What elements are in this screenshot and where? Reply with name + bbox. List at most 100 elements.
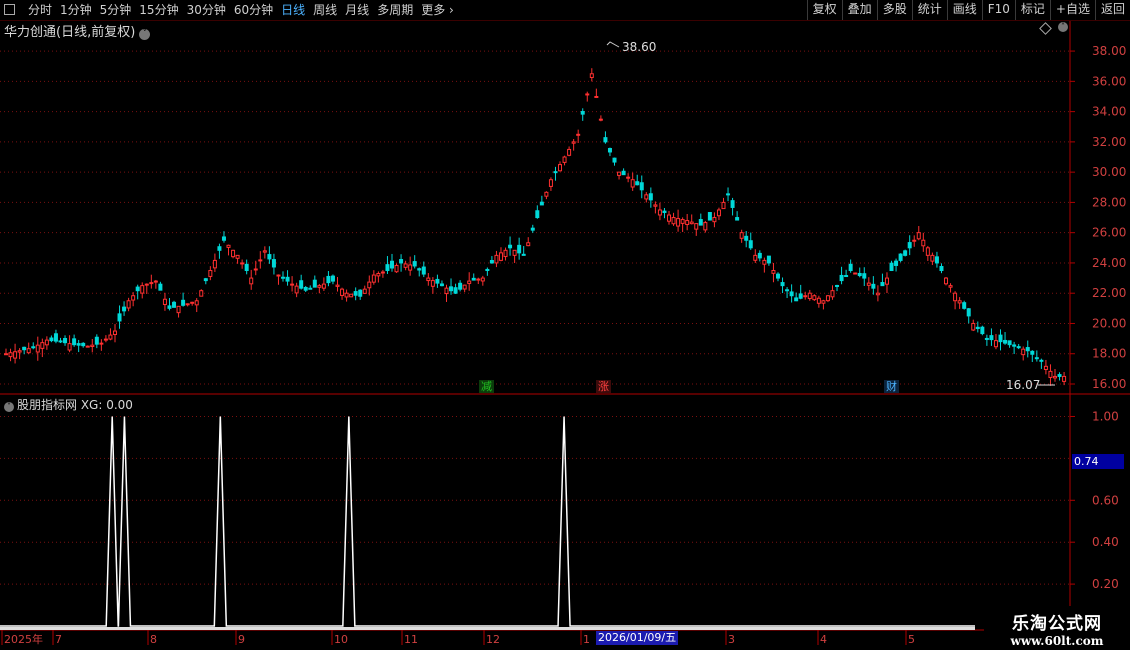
candle-body [748,240,753,249]
candle-body [458,282,463,290]
candle-body [203,278,208,282]
candle-body [648,193,653,201]
candle-body [934,256,939,264]
candle-body [421,266,426,275]
candle-body [271,259,276,268]
candle-body [580,111,585,115]
candle-body [816,297,821,304]
candle-body [807,292,812,300]
candle-body [44,339,49,346]
candle-body [285,276,290,282]
event-badge-reduce[interactable]: 减 [479,380,494,393]
chevron-down-icon[interactable]: ˅ [4,402,14,412]
time-tick-label: 1 [583,633,590,646]
chart-canvas: 38.00 36.00 34.00 32.00 30.00 28.00 26.00 24.00… [0,21,1130,646]
candle-body [17,350,22,353]
time-tick-label: 10 [334,633,348,646]
candle-body [489,260,494,264]
chevron-down-icon[interactable]: ˅ [139,29,151,40]
candle-body [925,247,930,256]
event-badge-finance[interactable]: 财 [884,380,899,393]
candle-body [689,221,694,225]
candle-body [517,244,522,254]
candle-body [730,200,735,208]
candle-body [162,298,167,305]
candle-body [785,289,790,292]
candle-body [49,337,54,342]
candle-body [780,282,785,287]
candle-body [830,290,835,298]
candle-body [144,283,149,286]
candle-body [953,292,958,302]
candle-body [789,291,794,297]
candle-body [712,217,717,223]
candle-body [63,338,68,344]
candle-body [276,274,281,277]
high-pointer [606,41,620,48]
candle-body [353,291,358,296]
candle-body [1048,370,1053,378]
candle-body [657,209,662,216]
candle-body [444,287,449,295]
indicator-tick-label: 1.00 [1092,409,1119,423]
indicator-title-text: 股朋指标网 XG: 0.00 [17,398,133,412]
candle-body [839,274,844,282]
candle-body [485,268,490,272]
candle-body [471,277,476,281]
candle-body [126,300,131,309]
candle-body [639,182,644,191]
candle-body [957,300,962,304]
candle-body [153,280,158,283]
candle-body [344,292,349,298]
candle-body [389,260,394,269]
candle-body [676,218,681,227]
candle-body [244,263,249,272]
candle-body [707,212,712,221]
candle-body [290,283,295,286]
candle-body [853,272,858,275]
candle-body [794,297,799,302]
candle-body [971,322,976,331]
candle-body [4,353,8,356]
candle-body [394,264,399,273]
candle-body [544,191,549,197]
candle-body [35,344,40,353]
candle-body [439,283,444,287]
cursor-date-box: 2026/01/09/五 [596,631,679,645]
candle-body [467,280,472,284]
candle-body [558,164,563,172]
time-tick-label: 7 [55,633,62,646]
candle-body [889,262,894,272]
stock-title-text: 华力创通(日线,前复权) [4,25,136,40]
candle-body [221,236,226,241]
candle-body [585,93,590,96]
candle-body [903,250,908,256]
candle-body [408,264,413,271]
candle-body [281,276,286,279]
candle-body [589,73,594,78]
candle-body [303,286,308,291]
candle-body [553,171,558,174]
price-tick-label: 32.00 [1092,135,1126,149]
candle-body [340,288,345,296]
candle-body [90,344,95,347]
candle-body [367,281,372,289]
candle-body [312,279,317,288]
candle-body [226,244,231,248]
candle-body [594,95,599,98]
candle-body [607,148,612,153]
candle-body [653,204,658,207]
candle-body [530,227,535,231]
candle-body [598,118,603,121]
candle-body [380,271,385,274]
event-badge-rise[interactable]: 涨 [596,380,611,393]
candle-body [412,261,417,267]
candle-body [99,342,104,345]
price-tick-label: 22.00 [1092,286,1126,300]
candle-body [67,343,72,351]
candle-body [453,287,458,294]
candle-body [703,222,708,231]
candle-body [916,232,921,240]
chevron-up-icon[interactable]: ˄ [1058,22,1068,32]
candle-body [966,308,971,317]
